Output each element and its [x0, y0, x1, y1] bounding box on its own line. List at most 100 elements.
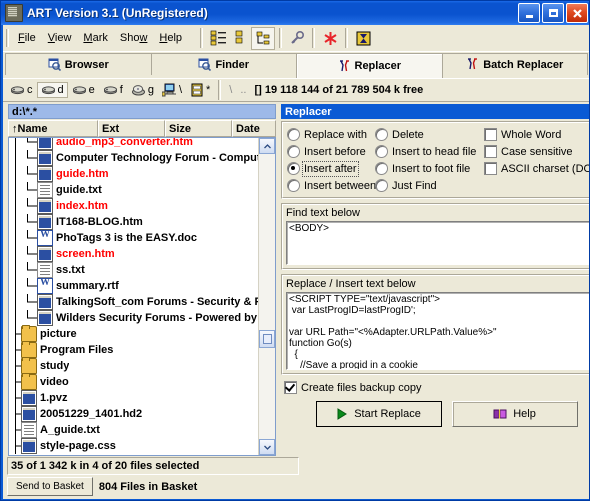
checkbox-whole-word[interactable]: Whole Word — [484, 127, 589, 142]
drive-network[interactable]: \ — [158, 81, 186, 99]
file-list-row[interactable]: audio_mp3_converter.htm — [9, 137, 259, 150]
file-list-row[interactable]: TalkingSoft_com Forums - Security & P — [9, 294, 259, 310]
file-list-row[interactable]: video — [9, 373, 259, 390]
menu-help[interactable]: Help — [153, 30, 188, 46]
asterisk-icon[interactable] — [319, 28, 341, 49]
radio-just-find-label: Just Find — [392, 179, 437, 192]
help-button[interactable]: Help — [451, 401, 578, 427]
title-bar: ART Version 3.1 (UnRegistered) — [1, 1, 589, 25]
checkbox-create-backup[interactable]: Create files backup copy — [284, 380, 589, 395]
file-list-row[interactable]: picture — [9, 325, 259, 342]
file-list-row[interactable]: PhoTags 3 is the EASY.doc — [9, 229, 259, 246]
radio-delete-dot — [375, 128, 388, 141]
file-list-row[interactable]: 1.pvz — [9, 390, 259, 406]
radio-insert-to-foot-file[interactable]: Insert to foot file — [375, 161, 478, 176]
html-file-icon — [37, 214, 53, 230]
tab-replacer[interactable]: Replacer — [296, 53, 443, 78]
drive-e-label: e — [88, 84, 95, 96]
menu-view[interactable]: View — [42, 30, 78, 46]
radio-insert-between[interactable]: Insert between — [287, 178, 376, 193]
start-replace-button[interactable]: Start Replace — [315, 401, 442, 427]
menu-file[interactable]: File — [12, 30, 42, 46]
checkbox-ascii-charset[interactable]: ASCII charset (DOS) — [484, 161, 589, 176]
file-list[interactable]: audio_mp3_converter.htm Computer Technolo… — [8, 137, 276, 456]
file-list-row[interactable]: index.htm — [9, 198, 259, 214]
drive-parent[interactable]: .. — [236, 82, 250, 98]
column-header-ext[interactable]: Ext — [98, 120, 165, 137]
replacer-button-row: Start Replace Help — [284, 401, 589, 427]
scroll-down-button[interactable] — [259, 439, 275, 455]
checkbox-case-sensitive[interactable]: Case sensitive — [484, 144, 589, 159]
replace-text-input[interactable]: <SCRIPT TYPE="text/javascript"> var Last… — [286, 292, 589, 370]
column-header-size[interactable]: Size — [165, 120, 232, 137]
column-header-date[interactable]: Date — [232, 120, 276, 137]
replacer-options-group: Replace with Insert before Insert after — [281, 121, 589, 199]
radio-replace-with[interactable]: Replace with — [287, 127, 375, 142]
find-text-group: Find text below <BODY> — [281, 203, 589, 270]
checkbox-case-sensitive-label: Case sensitive — [501, 145, 573, 158]
drive-e[interactable]: e — [68, 82, 99, 98]
menu-show[interactable]: Show — [114, 30, 154, 46]
hourglass-icon[interactable] — [352, 28, 374, 49]
drive-c[interactable]: c — [6, 82, 37, 98]
file-list-row[interactable]: 20051229_1401.hd2 — [9, 406, 259, 422]
path-bar[interactable]: d:\*.* — [8, 104, 276, 119]
search-key-icon[interactable] — [286, 28, 308, 49]
column-header-name[interactable]: ↑Name — [8, 120, 98, 137]
close-button[interactable] — [566, 3, 588, 23]
drive-up[interactable]: \ — [225, 82, 236, 98]
file-list-row[interactable]: style-page.css — [9, 438, 259, 454]
file-list-scrollbar[interactable] — [258, 138, 275, 455]
scroll-up-button[interactable] — [259, 138, 275, 154]
radio-insert-after[interactable]: Insert after — [287, 160, 375, 177]
file-name-label: picture — [40, 328, 77, 340]
play-icon — [337, 408, 348, 420]
finder-icon — [198, 58, 212, 71]
html-file-icon — [21, 406, 37, 422]
file-list-row[interactable]: screen.htm — [9, 246, 259, 262]
drive-server-label: * — [206, 84, 211, 96]
tab-browser[interactable]: Browser — [5, 53, 152, 75]
file-name-label: index.htm — [56, 200, 108, 212]
drive-g[interactable]: g — [127, 82, 158, 99]
file-list-row[interactable]: Program Files — [9, 341, 259, 358]
file-list-row[interactable]: A_guide.txt — [9, 422, 259, 438]
radio-insert-to-head-file[interactable]: Insert to head file — [375, 144, 478, 159]
checkbox-whole-word-label: Whole Word — [501, 128, 562, 141]
drive-d[interactable]: d — [36, 82, 68, 98]
drive-server[interactable]: * — [186, 81, 214, 99]
column-header-row: ↑Name Ext Size Date — [8, 120, 276, 137]
file-list-row[interactable]: guide.htm — [9, 166, 259, 182]
file-name-label: audio_mp3_converter.htm — [56, 137, 193, 148]
list-all-icon[interactable] — [207, 28, 229, 49]
file-list-row[interactable]: Wilders Security Forums - Powered by — [9, 310, 259, 326]
file-list-row[interactable]: Computer Technology Forum - Compute — [9, 150, 259, 166]
basket-count-label: 804 Files in Basket — [98, 480, 198, 493]
find-text-input[interactable]: <BODY> — [286, 221, 589, 265]
file-list-row[interactable]: guide.txt — [9, 182, 259, 198]
folder-icon — [21, 373, 37, 390]
maximize-button[interactable] — [542, 3, 564, 23]
folder-icon — [21, 325, 37, 342]
scroll-thumb[interactable] — [259, 330, 275, 348]
radio-insert-before[interactable]: Insert before — [287, 144, 375, 159]
tab-batch-replacer[interactable]: Batch Replacer — [441, 53, 588, 75]
minimize-button[interactable] — [518, 3, 540, 23]
radio-delete[interactable]: Delete — [375, 127, 478, 142]
menu-mark[interactable]: Mark — [77, 30, 113, 46]
tree-connector — [9, 422, 21, 438]
tree-connector — [9, 406, 21, 422]
tree-view-icon[interactable] — [251, 26, 276, 50]
network-drive-icon — [161, 83, 176, 97]
list-single-icon[interactable] — [229, 28, 251, 49]
file-list-row[interactable]: summary.rtf — [9, 277, 259, 294]
tab-finder[interactable]: Finder — [150, 53, 297, 75]
file-list-row[interactable]: study — [9, 357, 259, 374]
drive-f[interactable]: f — [99, 82, 127, 98]
folder-icon — [21, 357, 37, 374]
file-list-row[interactable]: ss.txt — [9, 262, 259, 278]
drive-g-label: g — [147, 84, 154, 96]
send-to-basket-button[interactable]: Send to Basket — [7, 477, 93, 496]
file-list-row[interactable]: IT168-BLOG.htm — [9, 214, 259, 230]
radio-just-find[interactable]: Just Find — [375, 178, 478, 193]
